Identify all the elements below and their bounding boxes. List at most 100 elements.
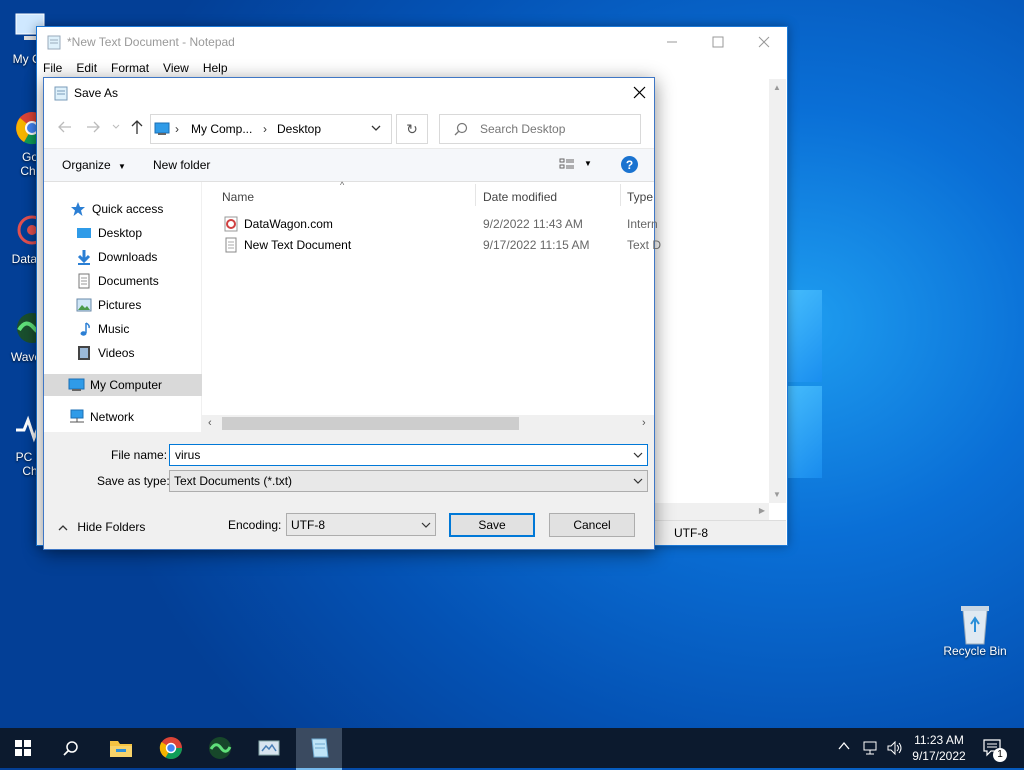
clock[interactable]: 11:23 AM 9/17/2022 — [908, 732, 970, 764]
scroll-right-icon: ▶ — [758, 506, 765, 515]
column-header-date-modified[interactable]: Date modified — [483, 190, 557, 204]
encoding-select[interactable]: UTF-8 — [286, 513, 436, 536]
column-header-type[interactable]: Type — [627, 190, 653, 204]
file-date: 9/2/2022 11:43 AM — [483, 217, 583, 231]
start-button[interactable] — [0, 728, 46, 768]
volume-button[interactable] — [886, 740, 904, 756]
search-box[interactable]: Search Desktop — [439, 114, 641, 144]
scroll-right-icon[interactable]: › — [642, 417, 646, 429]
save-as-type-select[interactable]: Text Documents (*.txt) — [169, 470, 648, 492]
save-as-type-label: Save as type: — [97, 474, 170, 488]
column-header-name[interactable]: Name — [222, 190, 254, 204]
wavebrowser-icon — [209, 737, 232, 759]
minimize-button[interactable] — [649, 27, 695, 57]
computer-icon — [154, 122, 170, 136]
show-hidden-icons-button[interactable] — [838, 741, 850, 751]
wallpaper-logo-pane — [788, 386, 822, 478]
notepad-horizontal-scrollbar[interactable]: ▶ — [654, 503, 769, 520]
back-button[interactable] — [58, 121, 72, 133]
breadcrumb-desktop[interactable]: Desktop — [277, 122, 321, 136]
nav-label: Documents — [98, 274, 159, 288]
nav-label: Network — [90, 410, 135, 424]
notification-badge: 1 — [993, 748, 1007, 762]
menu-file[interactable]: File — [43, 61, 62, 75]
menu-edit[interactable]: Edit — [76, 61, 97, 75]
search-button[interactable] — [48, 728, 94, 768]
menu-view[interactable]: View — [163, 61, 189, 75]
nav-label: Pictures — [98, 298, 142, 312]
nav-label: Desktop — [98, 226, 143, 240]
nav-label: Quick access — [92, 202, 164, 216]
taskbar-app[interactable] — [246, 728, 292, 768]
view-options-button[interactable] — [559, 158, 575, 170]
notepad-icon — [47, 34, 61, 50]
network-status-button[interactable] — [862, 740, 880, 756]
file-name: DataWagon.com — [244, 217, 333, 231]
dialog-close-button[interactable] — [633, 86, 646, 99]
chevron-up-icon — [58, 524, 68, 532]
up-button[interactable] — [131, 119, 143, 135]
scroll-left-icon[interactable]: ‹ — [208, 417, 212, 429]
menu-help[interactable]: Help — [203, 61, 228, 75]
view-dropdown-icon[interactable]: ▼ — [584, 159, 592, 168]
nav-label: My Computer — [90, 378, 163, 392]
nav-label: Downloads — [98, 250, 158, 264]
encoding-value: UTF-8 — [291, 518, 325, 532]
scroll-up-icon: ▲ — [773, 83, 781, 92]
scrollbar-thumb[interactable] — [222, 417, 519, 430]
nav-my-computer[interactable]: My Computer — [44, 374, 225, 396]
file-name-input[interactable]: virus — [169, 444, 648, 466]
nav-label: Music — [98, 322, 130, 336]
chevron-down-icon — [112, 124, 120, 129]
save-as-type-value: Text Documents (*.txt) — [174, 474, 293, 488]
chevron-down-icon — [371, 125, 381, 131]
dialog-title: Save As — [74, 86, 119, 100]
file-row[interactable]: New Text Document 9/17/2022 11:15 AM Tex… — [218, 235, 661, 255]
help-icon[interactable]: ? — [621, 156, 638, 173]
menu-format[interactable]: Format — [111, 61, 149, 75]
new-folder-button[interactable]: New folder — [153, 158, 210, 172]
notepad-vertical-scrollbar[interactable]: ▲ ▼ — [769, 79, 786, 503]
forward-button[interactable] — [86, 121, 100, 133]
chrome-icon — [159, 737, 182, 759]
nav-quick-access[interactable]: Quick access — [44, 198, 227, 220]
taskbar-chrome[interactable] — [148, 728, 194, 768]
documents-icon — [76, 273, 92, 289]
desktop-icon-recycle-bin[interactable]: Recycle Bin — [940, 602, 1010, 658]
hide-folders-button[interactable]: Hide Folders — [58, 520, 145, 534]
chevron-down-icon[interactable] — [633, 451, 643, 459]
organize-button[interactable]: Organize ▼ — [62, 158, 126, 172]
refresh-button[interactable]: ↻ — [396, 114, 428, 144]
clock-date: 9/17/2022 — [912, 749, 966, 763]
file-type: Text D — [627, 238, 662, 252]
search-icon — [63, 741, 78, 756]
videos-icon — [76, 345, 92, 361]
taskbar-file-explorer[interactable] — [98, 728, 144, 768]
cancel-button[interactable]: Cancel — [549, 513, 635, 537]
address-dropdown[interactable] — [371, 124, 381, 132]
address-bar[interactable]: › My Comp... › Desktop — [150, 114, 392, 144]
dialog-titlebar[interactable]: Save As — [44, 78, 654, 108]
file-list-horizontal-scrollbar[interactable]: ‹ › — [202, 415, 654, 432]
recent-locations-button[interactable] — [112, 121, 120, 133]
computer-icon — [68, 377, 85, 393]
maximize-button[interactable] — [695, 27, 741, 57]
file-list-pane: ^ Name Date modified Type DataWagon.com … — [202, 180, 661, 432]
breadcrumb-my-computer[interactable]: My Comp... — [191, 122, 252, 136]
close-icon — [758, 36, 770, 48]
maximize-icon — [712, 36, 724, 48]
desktop-folder-icon — [76, 225, 92, 241]
file-date: 9/17/2022 11:15 AM — [483, 238, 590, 252]
star-icon — [70, 201, 86, 217]
column-divider — [475, 184, 476, 206]
file-row[interactable]: DataWagon.com 9/2/2022 11:43 AM Intern — [218, 214, 658, 234]
file-name: New Text Document — [244, 238, 352, 252]
save-button[interactable]: Save — [449, 513, 535, 537]
encoding-label: Encoding: — [228, 518, 282, 532]
nav-network[interactable]: Network — [44, 406, 225, 428]
taskbar-wavebrowser[interactable] — [197, 728, 243, 768]
taskbar-notepad[interactable] — [296, 728, 342, 770]
windows-logo-icon — [15, 740, 31, 756]
chevron-up-icon — [838, 741, 850, 750]
close-button[interactable] — [741, 27, 787, 57]
